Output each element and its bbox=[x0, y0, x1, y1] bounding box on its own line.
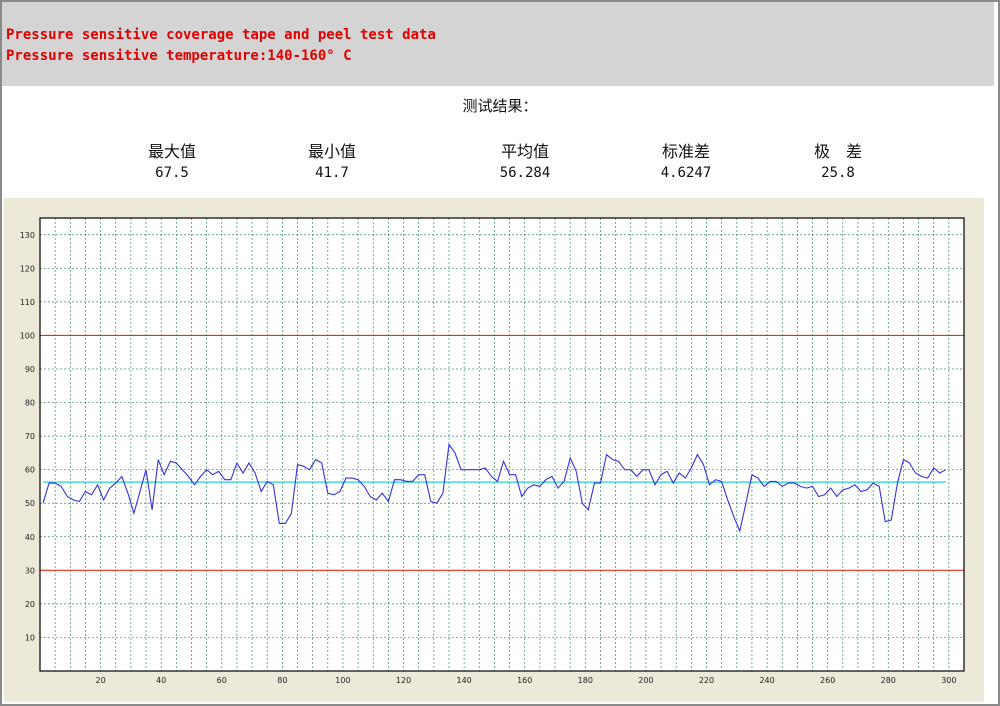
x-tick-label: 300 bbox=[941, 676, 956, 685]
y-tick-label: 50 bbox=[25, 499, 35, 508]
report-header: Pressure sensitive coverage tape and pee… bbox=[2, 2, 994, 86]
stat-max-label: 最大值 bbox=[147, 142, 196, 161]
stat-range-label: 极 差 bbox=[813, 142, 862, 161]
stat-mean-label: 平均值 bbox=[500, 142, 549, 161]
x-tick-label: 60 bbox=[217, 676, 227, 685]
y-tick-label: 90 bbox=[25, 365, 35, 374]
y-tick-label: 40 bbox=[25, 533, 35, 542]
x-tick-label: 260 bbox=[820, 676, 835, 685]
peel-force-chart: 10 20 30 40 50 60 70 80 90 100 110 120 130 20 40 60 80 10… bbox=[20, 217, 965, 685]
results-title: 测试结果： bbox=[462, 97, 538, 115]
y-tick-label: 70 bbox=[25, 432, 35, 441]
stat-max: 最大值 67.5 bbox=[112, 138, 232, 181]
x-tick-label: 180 bbox=[578, 676, 593, 685]
chart-panel: 10 20 30 40 50 60 70 80 90 100 110 120 130 20 40 60 80 10… bbox=[4, 198, 984, 702]
y-tick-label: 130 bbox=[20, 231, 35, 240]
x-tick-label: 100 bbox=[335, 676, 350, 685]
x-tick-label: 80 bbox=[277, 676, 287, 685]
x-tick-label: 40 bbox=[156, 676, 166, 685]
y-tick-label: 60 bbox=[25, 466, 35, 475]
y-tick-label: 80 bbox=[25, 399, 35, 408]
x-tick-label: 20 bbox=[95, 676, 105, 685]
x-tick-label: 200 bbox=[638, 676, 653, 685]
stat-stddev: 标准差 4.6247 bbox=[626, 138, 746, 181]
stat-min-label: 最小值 bbox=[307, 142, 356, 161]
x-tick-label: 140 bbox=[456, 676, 471, 685]
stat-stddev-value: 4.6247 bbox=[660, 165, 712, 181]
report-subtitle: Pressure sensitive temperature:140-160° … bbox=[6, 48, 352, 64]
y-tick-label: 20 bbox=[25, 600, 35, 609]
x-tick-label: 160 bbox=[517, 676, 532, 685]
stat-min-value: 41.7 bbox=[315, 165, 349, 181]
report-title: Pressure sensitive coverage tape and pee… bbox=[6, 27, 436, 43]
stat-range: 极 差 25.8 bbox=[778, 138, 898, 181]
stat-max-value: 67.5 bbox=[155, 165, 189, 181]
stat-mean-value: 56.284 bbox=[499, 165, 551, 181]
x-tick-label: 120 bbox=[396, 676, 411, 685]
x-tick-label: 280 bbox=[881, 676, 896, 685]
y-tick-label: 10 bbox=[25, 633, 35, 642]
y-tick-label: 100 bbox=[20, 331, 35, 340]
plot-area bbox=[40, 218, 964, 671]
x-tick-label: 240 bbox=[759, 676, 774, 685]
stat-stddev-label: 标准差 bbox=[661, 142, 710, 161]
stat-mean: 平均值 56.284 bbox=[465, 138, 585, 181]
y-tick-label: 120 bbox=[20, 264, 35, 273]
x-tick-label: 220 bbox=[699, 676, 714, 685]
stat-min: 最小值 41.7 bbox=[272, 138, 392, 181]
y-tick-label: 30 bbox=[25, 566, 35, 575]
stat-range-value: 25.8 bbox=[821, 165, 855, 181]
y-tick-label: 110 bbox=[20, 298, 35, 307]
